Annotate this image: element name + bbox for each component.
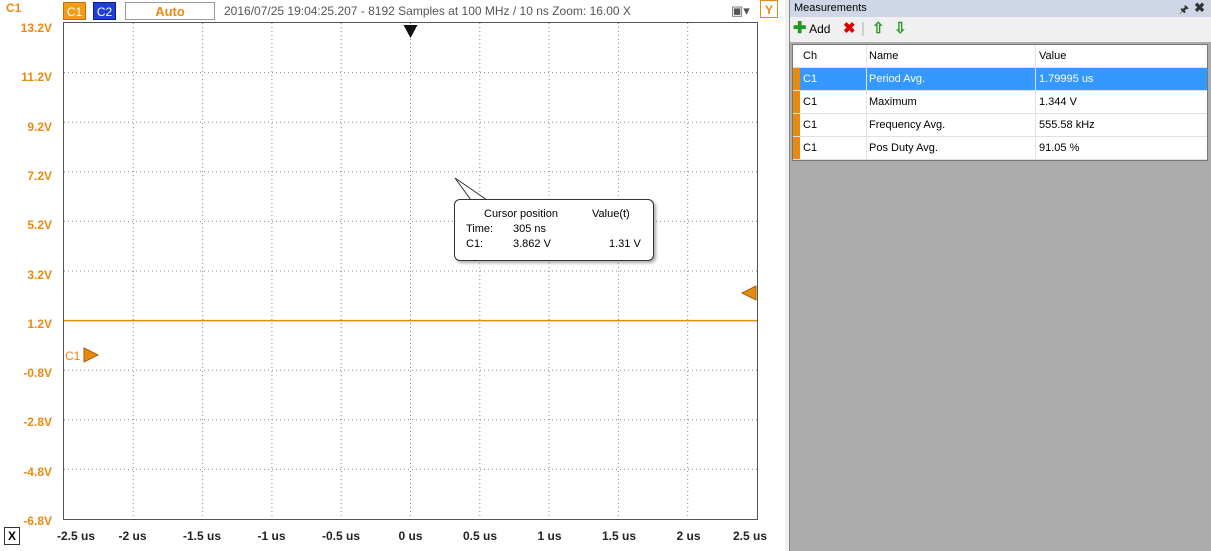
cell-value: 91.05 % bbox=[1035, 137, 1209, 159]
y-tick-label: 13.2V bbox=[20, 21, 52, 35]
x-tick-label: 0.5 us bbox=[462, 529, 498, 543]
delete-icon[interactable]: ✖ bbox=[843, 20, 856, 38]
add-measurement-button[interactable]: ✚ Add bbox=[793, 21, 830, 37]
add-label: Add bbox=[809, 22, 831, 36]
toolbar-separator: | bbox=[861, 20, 865, 37]
cell-ch: C1 bbox=[803, 73, 818, 85]
table-header: Ch Name Value bbox=[793, 45, 1207, 68]
column-value[interactable]: Value bbox=[1035, 45, 1209, 67]
waveform-grid: C1 bbox=[64, 23, 757, 519]
channel-c1-button[interactable]: C1 bbox=[63, 2, 86, 20]
x-tick-label: 1.5 us bbox=[601, 529, 637, 543]
screenshot-icon[interactable]: ▣▾ bbox=[731, 3, 753, 19]
table-row[interactable]: C1 Frequency Avg. 555.58 kHz bbox=[793, 114, 1207, 137]
y-axis-button[interactable]: Y bbox=[760, 0, 778, 18]
y-tick-label: -2.8V bbox=[23, 415, 52, 430]
cell-value: 555.58 kHz bbox=[1035, 114, 1209, 136]
x-tick-label: 1 us bbox=[537, 529, 562, 543]
channel-c2-button[interactable]: C2 bbox=[93, 2, 116, 20]
trigger-level-marker bbox=[740, 285, 757, 301]
y-tick-label: -4.8V bbox=[23, 464, 52, 479]
x-tick-label: -2 us bbox=[118, 529, 147, 543]
x-tick-label: -1.5 us bbox=[182, 529, 221, 543]
y-tick-label: 11.2V bbox=[21, 70, 52, 85]
measurements-table: Ch Name Value C1 Period Avg. 1.79995 us C1 M… bbox=[792, 44, 1208, 161]
c1-offset-marker bbox=[83, 347, 100, 363]
oscilloscope-view: C1 C1 C2 Auto 2016/07/25 19:04:25.207 - … bbox=[0, 0, 785, 551]
table-row[interactable]: C1 Pos Duty Avg. 91.05 % bbox=[793, 137, 1207, 160]
waveform-plot[interactable]: C1 bbox=[63, 22, 758, 520]
move-up-icon[interactable]: ⇧ bbox=[872, 20, 885, 38]
x-tick-label: -1 us bbox=[257, 529, 286, 543]
tooltip-time-value: 305 ns bbox=[513, 223, 547, 235]
cell-name: Maximum bbox=[866, 91, 1034, 113]
channel-color-marker bbox=[793, 91, 800, 113]
x-tick-label: 2.5 us bbox=[732, 529, 768, 543]
tooltip-value-header: Value(t) bbox=[592, 208, 630, 220]
tooltip-position-header: Cursor position bbox=[484, 208, 558, 220]
c1-marker-label: C1 bbox=[65, 349, 81, 363]
trigger-position-marker bbox=[403, 25, 418, 38]
measurements-panel: Measurements 🖈 ✖ ✚ Add ✖ | ⇧ ⇩ Ch Name V… bbox=[789, 0, 1211, 551]
channel-label: C1 bbox=[6, 1, 22, 15]
y-tick-label: 3.2V bbox=[27, 267, 52, 282]
cell-ch: C1 bbox=[803, 96, 818, 108]
x-tick-label: 0 us bbox=[398, 529, 423, 543]
x-tick-label: -0.5 us bbox=[321, 529, 360, 543]
y-tick-label: -6.8V bbox=[23, 514, 52, 528]
cell-value: 1.344 V bbox=[1035, 91, 1209, 113]
y-tick-label: -0.8V bbox=[23, 366, 52, 381]
table-row[interactable]: C1 Maximum 1.344 V bbox=[793, 91, 1207, 114]
measurements-toolbar: ✚ Add ✖ | ⇧ ⇩ bbox=[790, 17, 1211, 42]
column-name[interactable]: Name bbox=[866, 45, 1034, 67]
channel-color-marker bbox=[793, 137, 800, 159]
tooltip-c1-label: C1: bbox=[466, 238, 484, 250]
channel-color-marker bbox=[793, 68, 800, 90]
acquisition-status: 2016/07/25 19:04:25.207 - 8192 Samples a… bbox=[224, 4, 631, 18]
channel-color-marker bbox=[793, 114, 800, 136]
cursor-tooltip: Cursor position Value(t) Time: 305 ns C1… bbox=[454, 199, 654, 261]
tooltip-c1-position: 3.862 V bbox=[513, 238, 551, 250]
tooltip-time-label: Time: bbox=[466, 223, 494, 235]
close-icon[interactable]: ✖ bbox=[1194, 0, 1205, 16]
y-tick-label: 7.2V bbox=[27, 168, 52, 183]
y-tick-label: 5.2V bbox=[27, 218, 52, 233]
cell-ch: C1 bbox=[803, 119, 818, 131]
table-row[interactable]: C1 Period Avg. 1.79995 us bbox=[793, 68, 1207, 91]
panel-title: Measurements bbox=[790, 0, 1211, 17]
tooltip-c1-value: 1.31 V bbox=[609, 238, 641, 250]
cell-name: Frequency Avg. bbox=[866, 114, 1034, 136]
y-tick-label: 9.2V bbox=[27, 119, 52, 134]
cell-value: 1.79995 us bbox=[1035, 68, 1209, 90]
column-ch[interactable]: Ch bbox=[803, 45, 863, 67]
x-axis-button[interactable]: X bbox=[4, 527, 20, 545]
move-down-icon[interactable]: ⇩ bbox=[894, 20, 907, 38]
trigger-mode-button[interactable]: Auto bbox=[125, 2, 215, 20]
cell-name: Period Avg. bbox=[866, 68, 1034, 90]
y-tick-label: 1.2V bbox=[27, 316, 52, 331]
plus-icon: ✚ bbox=[793, 20, 807, 37]
x-tick-label: -2.5 us bbox=[56, 529, 95, 543]
cell-ch: C1 bbox=[803, 142, 818, 154]
x-tick-label: 2 us bbox=[676, 529, 701, 543]
cell-name: Pos Duty Avg. bbox=[866, 137, 1034, 159]
